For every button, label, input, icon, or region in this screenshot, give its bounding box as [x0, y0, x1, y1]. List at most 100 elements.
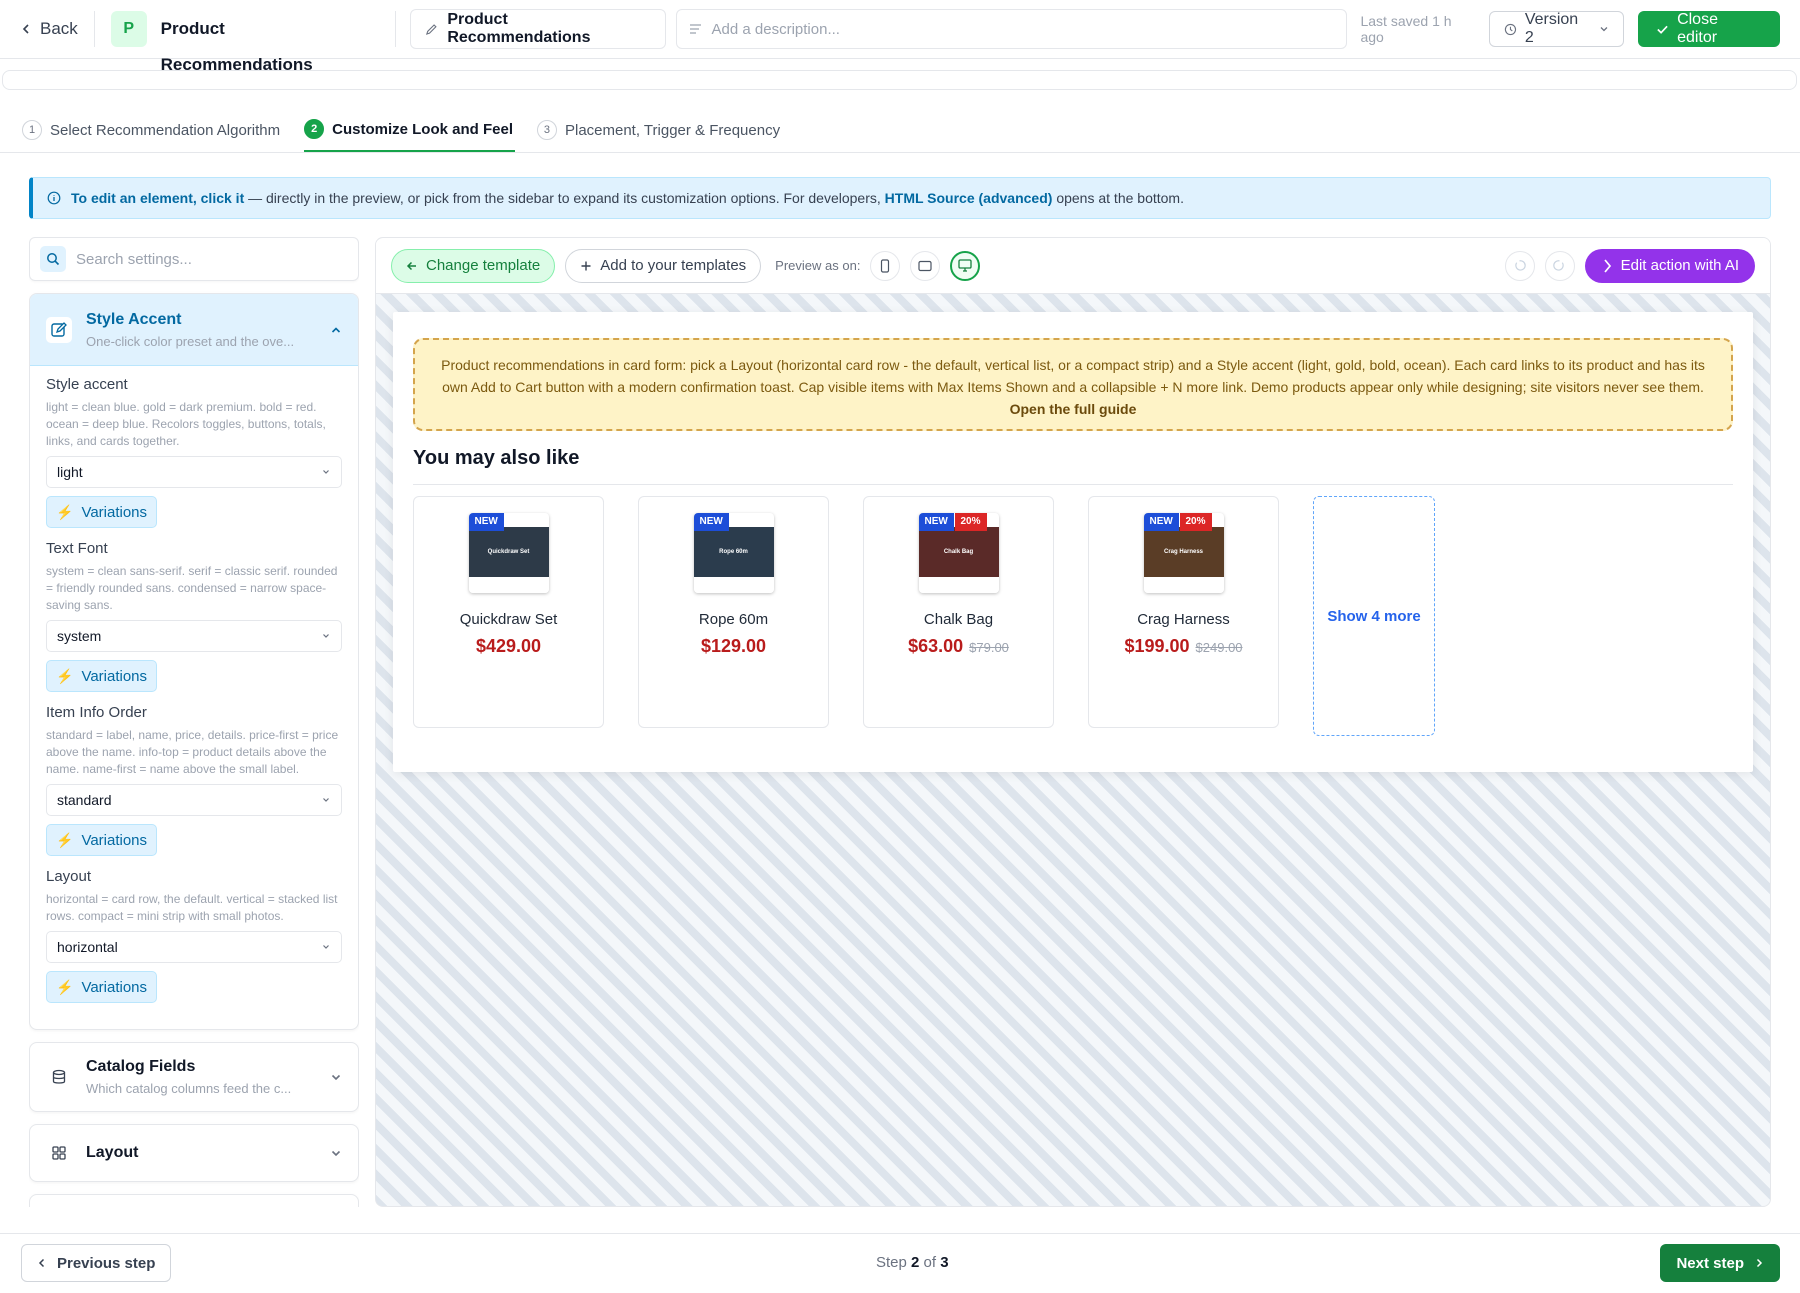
- product-prices: $129.00: [701, 636, 766, 657]
- style-accent-heading: Style Accent One-click color preset and …: [86, 311, 316, 349]
- product-card[interactable]: Quickdraw Set NEW Quickdraw Set $429.00: [413, 496, 604, 728]
- style-accent-field: Style accent light = clean blue. gold = …: [46, 376, 342, 528]
- undo-icon: [1515, 260, 1526, 271]
- style-accent-body: Style accent light = clean blue. gold = …: [30, 366, 358, 1029]
- version-dropdown[interactable]: Version 2: [1488, 11, 1625, 47]
- chevron-left-icon: [38, 1258, 45, 1268]
- discount-badge: 20%: [954, 513, 987, 531]
- panel-subtitle: One-click color preset and the ove...: [86, 333, 295, 349]
- style-accent-header[interactable]: Style Accent One-click color preset and …: [30, 294, 358, 366]
- settings-search-input[interactable]: Search settings...: [29, 237, 359, 281]
- product-price: $199.00: [1124, 636, 1190, 656]
- html-source-link[interactable]: HTML Source (advanced): [885, 190, 1053, 206]
- layout-header[interactable]: Layout: [30, 1125, 358, 1181]
- step-tab-look-and-feel[interactable]: 2 Customize Look and Feel: [304, 108, 515, 152]
- product-card[interactable]: Crag Harness NEW 20% Crag Harness $199.0…: [1088, 496, 1279, 728]
- close-editor-button[interactable]: Close editor: [1638, 11, 1780, 47]
- step-number: 3: [536, 120, 557, 140]
- variations-button[interactable]: ⚡ Variations: [46, 660, 158, 692]
- recommendations-title[interactable]: You may also like: [413, 447, 579, 470]
- undo-button[interactable]: [1504, 250, 1535, 281]
- add-to-templates-button[interactable]: Add to your templates: [565, 248, 762, 283]
- product-name: Rope 60m: [698, 611, 769, 628]
- name-field[interactable]: Product Recommendations: [409, 9, 666, 49]
- step-label: Select Recommendation Algorithm: [50, 121, 281, 139]
- info-icon: [47, 191, 61, 205]
- product-price: $429.00: [475, 636, 542, 656]
- step-of: of: [919, 1254, 941, 1271]
- product-price: $63.00: [908, 636, 964, 656]
- product-old-price: $79.00: [969, 640, 1009, 655]
- product-prices: $63.00 $79.00: [908, 636, 1009, 657]
- database-icon: [46, 1064, 72, 1090]
- product-image: Chalk Bag: [918, 527, 999, 577]
- lightning-icon: ⚡: [56, 978, 74, 995]
- discount-badge: 20%: [1179, 513, 1212, 531]
- mobile-preview-button[interactable]: [870, 250, 901, 281]
- redo-button[interactable]: [1544, 250, 1575, 281]
- description-input[interactable]: Add a description...: [675, 9, 1348, 49]
- info-middle: — directly in the preview, or pick from …: [244, 190, 885, 206]
- plus-icon: [581, 261, 591, 270]
- field-label: Layout: [46, 868, 92, 885]
- variations-button[interactable]: ⚡ Variations: [46, 824, 158, 856]
- chevron-down-icon: [323, 634, 329, 638]
- empty-bar: [2, 70, 1797, 90]
- previous-step-label: Previous step: [57, 1254, 156, 1272]
- variations-button[interactable]: ⚡ Variations: [46, 496, 158, 528]
- desktop-preview-button[interactable]: [950, 250, 981, 281]
- next-step-button[interactable]: Next step: [1660, 1244, 1780, 1282]
- history-icon: [1504, 23, 1516, 35]
- redo-icon: [1553, 260, 1564, 271]
- edit-with-ai-button[interactable]: Edit action with AI: [1584, 248, 1755, 283]
- show-more-link[interactable]: Show 4 more: [1313, 496, 1435, 736]
- layout-select[interactable]: horizontal: [46, 931, 342, 963]
- step-total: 3: [940, 1254, 949, 1271]
- previous-step-button[interactable]: Previous step: [21, 1244, 172, 1282]
- step-label: Customize Look and Feel: [332, 120, 513, 138]
- change-template-button[interactable]: Change template: [391, 248, 556, 283]
- back-button[interactable]: Back: [20, 11, 95, 47]
- info-tail: opens at the bottom.: [1052, 190, 1184, 206]
- field-help: horizontal = card row, the default. vert…: [46, 892, 338, 923]
- full-guide-link[interactable]: Open the full guide: [1010, 401, 1137, 417]
- app-name: Product Recommendations: [161, 11, 396, 74]
- info-text: To edit an element, click it — directly …: [71, 190, 1184, 206]
- product-name: Crag Harness: [1137, 611, 1230, 628]
- field-help: system = clean sans-serif. serif = class…: [46, 564, 338, 612]
- step-tab-algorithm[interactable]: 1 Select Recommendation Algorithm: [22, 108, 282, 152]
- pencil-icon: [425, 23, 437, 35]
- step-prefix: Step: [876, 1254, 912, 1271]
- product-card[interactable]: Chalk Bag NEW 20% Chalk Bag $63.00 $79.0…: [863, 496, 1054, 728]
- panel-subtitle: Which catalog columns feed the c...: [86, 1081, 292, 1096]
- text-font-select[interactable]: system: [46, 620, 342, 652]
- product-card[interactable]: Rope 60m NEW Rope 60m $129.00: [638, 496, 829, 728]
- top-bar: Back P Product Recommendations Product R…: [0, 0, 1800, 74]
- variations-label: Variations: [81, 503, 148, 521]
- last-saved-text: Last saved 1 h ago: [1360, 13, 1452, 45]
- step-label: Placement, Trigger & Frequency: [564, 121, 781, 139]
- version-label: Version 2: [1524, 11, 1579, 46]
- style-accent-select[interactable]: light: [46, 456, 342, 488]
- new-badge: NEW: [693, 513, 729, 531]
- step-tab-placement[interactable]: 3 Placement, Trigger & Frequency: [536, 108, 782, 152]
- new-badge: NEW: [468, 513, 504, 531]
- item-info-order-select[interactable]: standard: [46, 784, 342, 816]
- product-thumbnail: Chalk Bag NEW 20%: [918, 513, 999, 593]
- preview-area: Change template Add to your templates Pr…: [375, 237, 1771, 1207]
- product-image: Quickdraw Set: [468, 527, 549, 577]
- thumbnail-footer: [1143, 577, 1224, 593]
- chevron-down-icon: [323, 470, 329, 474]
- product-price: $129.00: [700, 636, 767, 656]
- thumbnail-footer: [918, 577, 999, 593]
- name-value: Product Recommendations: [447, 11, 591, 46]
- catalog-fields-header[interactable]: Catalog Fields Which catalog columns fee…: [30, 1043, 358, 1111]
- new-badge: NEW: [1143, 513, 1179, 531]
- variations-button[interactable]: ⚡ Variations: [46, 971, 158, 1003]
- tablet-icon: [918, 260, 933, 271]
- chevron-down-icon: [331, 1150, 341, 1157]
- product-thumbnail: Quickdraw Set NEW: [468, 513, 549, 593]
- select-value: horizontal: [57, 939, 118, 955]
- chevron-right-icon: [1756, 1258, 1763, 1268]
- tablet-preview-button[interactable]: [910, 250, 941, 281]
